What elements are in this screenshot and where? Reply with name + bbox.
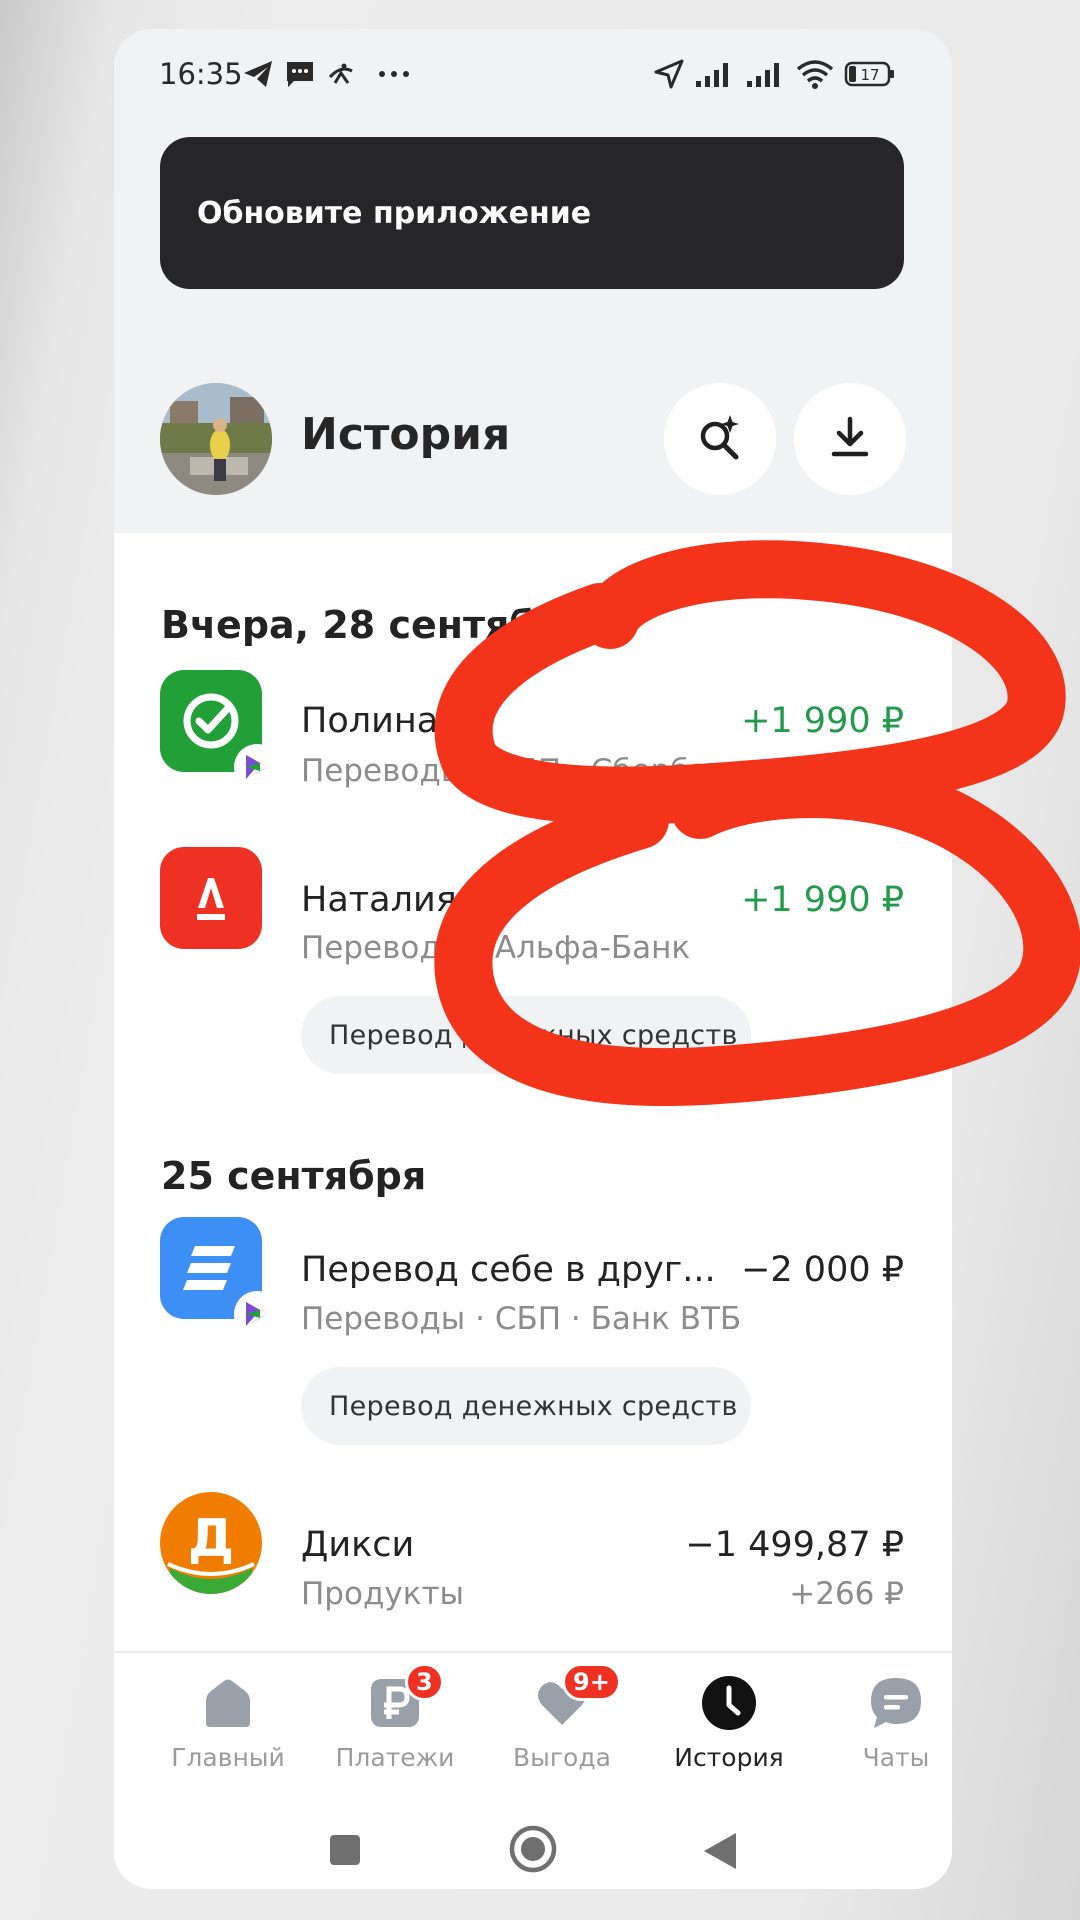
update-app-text: Обновите приложение — [197, 195, 592, 231]
nav-item-history[interactable]: История — [645, 1653, 813, 1793]
operation-subtitle: Переводы · Альфа-Банк — [301, 930, 691, 966]
signal-icon — [745, 57, 787, 91]
nav-label: Выгода — [513, 1743, 611, 1772]
operation-title: Наталия Б. — [301, 880, 504, 920]
download-button[interactable] — [794, 383, 906, 495]
phone-screen: 16:35 17 Обновите приложение История Вче… — [114, 29, 952, 1889]
status-time: 16:35 — [159, 57, 243, 91]
signal-icon — [694, 57, 736, 91]
chat-icon — [868, 1675, 924, 1731]
bottom-navigation: Главный 3 Платежи 9+ Выгода История Чаты — [114, 1651, 952, 1791]
operation-amount: −2 000 ₽ — [741, 1250, 904, 1290]
update-app-banner[interactable]: Обновите приложение — [160, 137, 904, 289]
nav-badge: 3 — [405, 1663, 444, 1701]
page-title: История — [301, 409, 511, 460]
nav-label: Чаты — [862, 1743, 930, 1772]
nav-label: Платежи — [335, 1743, 455, 1772]
operation-subtitle: Переводы · СБП · Сбербанк — [301, 753, 748, 789]
nav-item-home[interactable]: Главный — [144, 1653, 312, 1793]
sbp-icon — [236, 1293, 278, 1335]
dixy-letter: Д — [187, 1509, 235, 1569]
header-area: 16:35 17 Обновите приложение История — [114, 29, 952, 533]
nav-label: История — [674, 1743, 784, 1772]
section-date-title: 25 сентября — [161, 1154, 427, 1198]
dixy-icon: Д — [160, 1492, 262, 1594]
nav-badge: 9+ — [562, 1663, 621, 1701]
search-button[interactable] — [664, 383, 776, 495]
nav-item-chats[interactable]: Чаты — [812, 1653, 952, 1793]
avatar[interactable] — [160, 383, 272, 495]
download-icon — [826, 413, 874, 465]
more-icon — [377, 57, 411, 91]
nav-item-benefits[interactable]: 9+ Выгода — [478, 1653, 646, 1793]
battery-icon: 17 — [844, 57, 896, 91]
wifi-icon — [795, 57, 835, 91]
operation-amount: +1 990 ₽ — [741, 701, 904, 741]
system-navigation — [114, 1791, 952, 1889]
section-date-title: Вчера, 28 сентября — [161, 603, 588, 647]
home-icon — [200, 1675, 256, 1731]
telegram-icon — [242, 57, 274, 91]
location-icon — [653, 57, 685, 91]
back-icon[interactable] — [702, 1831, 738, 1875]
operation-subtitle: Продукты — [301, 1576, 464, 1612]
nav-item-payments[interactable]: 3 Платежи — [311, 1653, 479, 1793]
operation-title: Дикси — [301, 1525, 415, 1565]
status-bar: 16:35 17 — [114, 29, 952, 121]
category-chip[interactable]: Перевод денежных средств — [301, 1367, 751, 1445]
cashback-amount: +266 ₽ — [789, 1576, 904, 1612]
alfa-bank-icon — [160, 847, 262, 949]
operation-title: Полина Т. — [301, 701, 482, 741]
operation-subtitle: Переводы · СБП · Банк ВТБ — [301, 1301, 742, 1337]
nav-label: Главный — [171, 1743, 285, 1772]
home-circle-icon[interactable] — [508, 1824, 558, 1878]
category-chip[interactable]: Перевод денежных средств — [301, 996, 751, 1074]
recents-icon[interactable] — [328, 1833, 362, 1871]
history-clock-icon — [701, 1675, 757, 1731]
battery-level: 17 — [860, 66, 879, 84]
sbp-icon — [236, 746, 278, 788]
app-icon — [326, 57, 356, 91]
search-sparkle-icon — [694, 411, 746, 467]
operation-title: Перевод себе в друг... — [301, 1250, 716, 1290]
operation-amount: +1 990 ₽ — [741, 880, 904, 920]
operation-amount: −1 499,87 ₽ — [685, 1525, 904, 1565]
message-icon — [284, 57, 316, 91]
